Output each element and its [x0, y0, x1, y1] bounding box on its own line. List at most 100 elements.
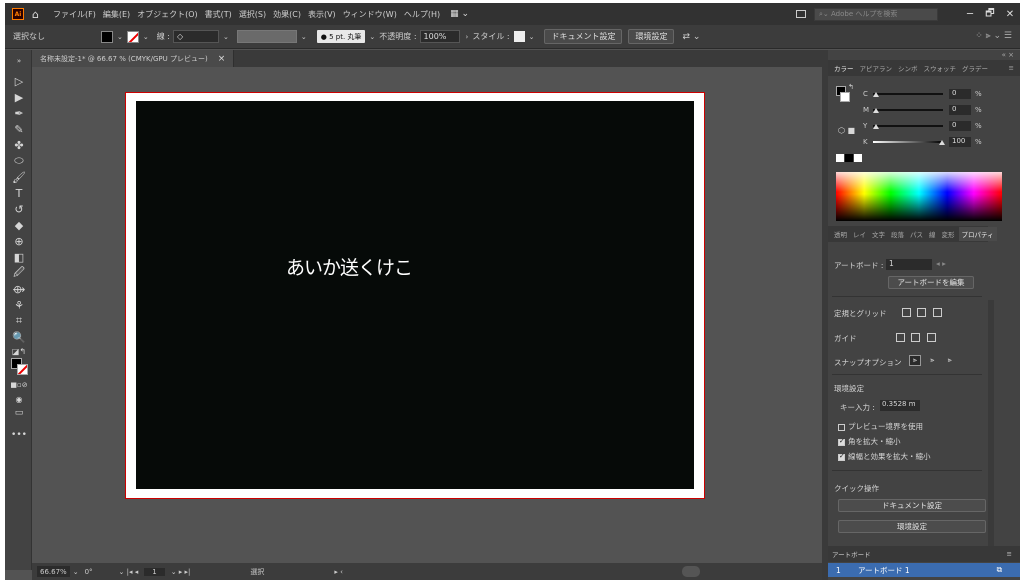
ellipse-tool-icon[interactable]: ⬭	[11, 154, 27, 168]
panel-options-icon[interactable]: ⁘ ⫸ ⌄ ☰	[975, 31, 1012, 41]
black-slider[interactable]	[873, 140, 945, 145]
canvas-area[interactable]: あいか送くけこ	[32, 67, 822, 563]
tab-paragraph[interactable]: 段落	[891, 229, 904, 239]
chevron-right-icon[interactable]: ›	[466, 33, 469, 41]
tab-character[interactable]: 文字	[872, 229, 885, 239]
blend-tool-icon[interactable]: ⟴	[11, 282, 27, 296]
document-tab[interactable]: 名称未設定-1* @ 66.67 % (CMYK/GPU プレビュー) ×	[32, 50, 235, 67]
chevron-down-icon[interactable]: ⌄	[369, 33, 375, 41]
help-search-input[interactable]: ⌕⌄ Adobe ヘルプを検索	[814, 7, 938, 21]
snap-to-pixel-icon[interactable]: ⫸	[926, 355, 939, 366]
tab-gradient[interactable]: グラデー	[962, 63, 988, 73]
magenta-slider[interactable]	[873, 108, 943, 113]
arrange-icon[interactable]: ⇄ ⌄	[682, 32, 700, 42]
pen-tool-icon[interactable]: ✒	[11, 106, 27, 120]
menu-effect[interactable]: 効果(C)	[273, 9, 301, 20]
snap-to-point-icon[interactable]: ⫸	[909, 355, 921, 366]
draw-mode-icon[interactable]: ◉	[11, 392, 27, 406]
chevron-down-icon[interactable]: ⌄	[143, 33, 149, 41]
curvature-tool-icon[interactable]: ✎	[11, 122, 27, 136]
menu-file[interactable]: ファイル(F)	[53, 9, 96, 20]
anchor-point-tool-icon[interactable]: ✤	[11, 138, 27, 152]
magenta-value[interactable]: 0	[949, 105, 971, 115]
gradient-tool-icon[interactable]: ◧	[11, 250, 27, 264]
fill-swatch[interactable]	[101, 30, 113, 43]
direct-selection-tool-icon[interactable]: ▶	[11, 90, 27, 104]
artboard-number-field[interactable]: 1	[144, 567, 165, 576]
none-swatch[interactable]	[836, 154, 844, 162]
white-swatch[interactable]	[854, 154, 862, 162]
type-tool-icon[interactable]: T	[11, 186, 27, 200]
tab-swatches[interactable]: スウォッチ	[924, 63, 957, 73]
ruler-icon[interactable]	[902, 307, 911, 317]
zoom-level-field[interactable]: 66.67%	[37, 566, 70, 577]
minimize-button[interactable]: ─	[960, 9, 980, 20]
yellow-slider[interactable]	[873, 124, 943, 129]
show-guides-icon[interactable]	[896, 332, 905, 342]
panel-menu-icon[interactable]: ≡	[1009, 64, 1014, 72]
eyedropper-tool-icon[interactable]: 🖉	[11, 266, 27, 280]
preview-bounds-checkbox[interactable]	[838, 423, 845, 431]
black-rectangle[interactable]: あいか送くけこ	[136, 101, 694, 489]
rotation-field[interactable]: 0°	[85, 568, 93, 576]
scale-corners-row[interactable]: 角を拡大・縮小	[838, 436, 901, 447]
preview-bounds-row[interactable]: プレビュー境界を使用	[838, 421, 923, 432]
grid-icon[interactable]	[917, 307, 927, 317]
next-artboard-icon[interactable]: ⌄ ▸ ▸|	[171, 568, 191, 576]
properties-scrollbar[interactable]	[988, 300, 994, 546]
black-value[interactable]: 100	[949, 137, 971, 147]
stroke-weight-field[interactable]: ◇	[173, 30, 219, 43]
collapse-panel-icon[interactable]: « ×	[1002, 51, 1014, 59]
document-setup-button[interactable]: ドキュメント設定	[544, 29, 623, 44]
screen-mode-icon[interactable]: ▭	[11, 406, 27, 420]
menu-type[interactable]: 書式(T)	[205, 9, 232, 20]
stroke-color-swatch[interactable]	[17, 364, 28, 375]
shape-builder-tool-icon[interactable]: ⊕	[11, 234, 27, 248]
menu-object[interactable]: オブジェクト(O)	[137, 9, 198, 20]
smart-guides-icon[interactable]	[926, 332, 936, 342]
menu-edit[interactable]: 編集(E)	[103, 9, 130, 20]
panel-menu-icon[interactable]: ≡	[1007, 550, 1012, 558]
chevron-down-icon[interactable]: ⌄	[529, 33, 535, 41]
variable-width-field[interactable]	[236, 30, 297, 43]
cyan-slider[interactable]	[873, 92, 943, 97]
edit-toolbar-icon[interactable]: •••	[11, 428, 27, 442]
artboard[interactable]: あいか送くけこ	[125, 92, 705, 499]
opacity-label[interactable]: 不透明度 :	[379, 31, 416, 42]
tab-path[interactable]: パス	[910, 229, 923, 239]
swap-fill-stroke-icon[interactable]: ◪↰	[11, 344, 27, 358]
tab-symbols[interactable]: シンボ	[898, 63, 918, 73]
artboard-tool-icon[interactable]: ⌗	[11, 314, 27, 328]
restore-button[interactable]: 🗗	[980, 6, 1000, 23]
key-increment-field[interactable]: 0.3528 m	[880, 400, 920, 411]
zoom-tool-icon[interactable]: 🔍	[11, 330, 27, 344]
chevron-down-icon[interactable]: ⌄	[117, 33, 123, 41]
close-window-button[interactable]: ✕	[1000, 9, 1020, 20]
artboard-nav-icon[interactable]: ◂ ▸	[936, 259, 946, 268]
slider-thumb[interactable]	[873, 108, 879, 113]
artboard-options-icon[interactable]: ⧉	[997, 565, 1002, 575]
selection-tool-icon[interactable]: ▷	[11, 74, 27, 88]
tab-appearance[interactable]: アピアラン	[860, 63, 893, 73]
opacity-field[interactable]: 100%	[419, 30, 460, 43]
cyan-value[interactable]: 0	[949, 89, 971, 99]
style-swatch[interactable]	[513, 31, 525, 42]
quick-preferences-button[interactable]: 環境設定	[838, 520, 986, 533]
scale-strokes-row[interactable]: 線幅と効果を拡大・縮小	[838, 451, 931, 462]
slider-thumb[interactable]	[873, 92, 879, 97]
brush-definition-button[interactable]: ● 5 pt. 丸筆	[316, 30, 366, 43]
symbol-sprayer-tool-icon[interactable]: ⚘	[11, 298, 27, 312]
stroke-swatch[interactable]	[126, 30, 139, 43]
menu-select[interactable]: 選択(S)	[239, 9, 266, 20]
transparency-grid-icon[interactable]	[932, 307, 942, 317]
tab-stroke[interactable]: 線	[929, 229, 936, 239]
tab-layers[interactable]: レイ	[853, 229, 866, 239]
chevron-down-icon[interactable]: ⌄	[223, 33, 229, 41]
preferences-button[interactable]: 環境設定	[628, 29, 675, 44]
scale-strokes-checkbox[interactable]	[838, 452, 845, 461]
tab-transparency[interactable]: 透明	[834, 229, 847, 239]
snap-to-glyph-icon[interactable]: ⫸	[943, 355, 956, 366]
rotate-tool-icon[interactable]: ↺	[11, 202, 27, 216]
first-artboard-icon[interactable]: ⌄ |◂ ◂	[119, 568, 139, 576]
tab-color[interactable]: カラー	[834, 63, 854, 73]
